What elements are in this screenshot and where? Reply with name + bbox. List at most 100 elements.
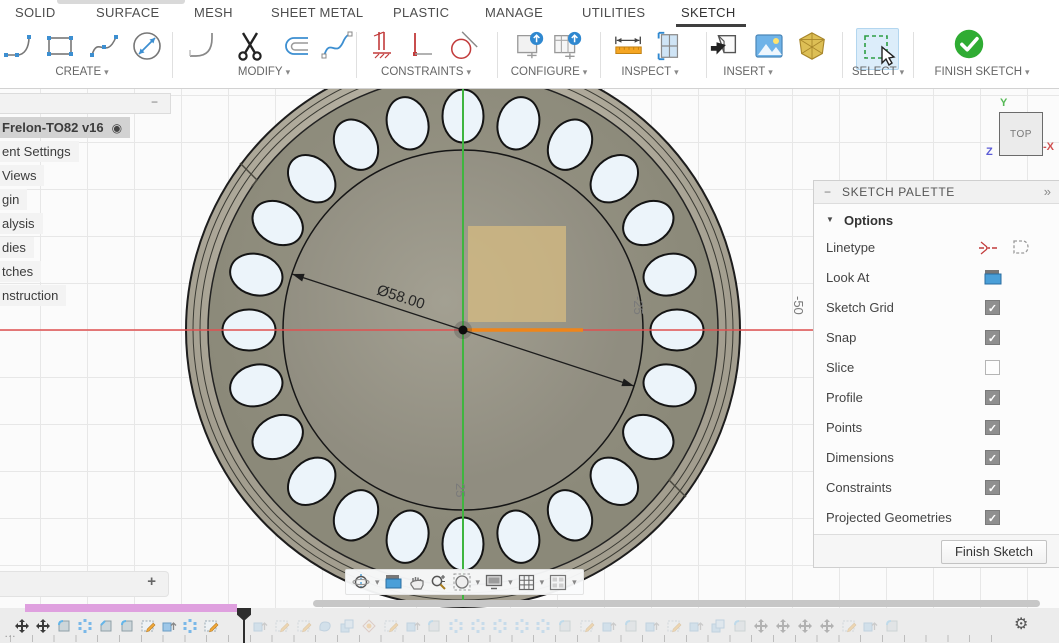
timeline-feature-extrude[interactable]	[252, 618, 268, 634]
group-label-create[interactable]: CREATE▾	[55, 66, 108, 78]
browser-item-bodies[interactable]: dies	[0, 237, 34, 258]
snap-checkbox[interactable]	[985, 330, 1000, 345]
timeline-feature-extrude[interactable]	[862, 618, 878, 634]
timeline-feature-form[interactable]	[317, 618, 333, 634]
radio-target-icon[interactable]: ◉	[112, 121, 122, 135]
group-label-configure[interactable]: CONFIGURE▾	[511, 66, 588, 78]
timeline-feature-combine[interactable]	[710, 618, 726, 634]
timeline-feature-sketch[interactable]	[296, 618, 312, 634]
timeline-feature-move[interactable]	[819, 618, 835, 634]
trim-tool[interactable]	[234, 30, 266, 62]
insert-mesh-tool[interactable]	[796, 30, 828, 62]
timeline-feature-cpattern[interactable]	[492, 618, 508, 634]
spline-tool[interactable]	[88, 30, 120, 62]
timeline-feature-extrude[interactable]	[601, 618, 617, 634]
gear-icon[interactable]: ⚙	[1014, 614, 1028, 634]
configure-feature-tool[interactable]	[514, 30, 546, 62]
caret-icon[interactable]: ▾	[476, 577, 481, 588]
points-checkbox[interactable]	[985, 420, 1000, 435]
palette-expand-icon[interactable]: »	[1044, 181, 1051, 203]
dimensions-checkbox[interactable]	[985, 450, 1000, 465]
group-label-select[interactable]: SELECT▾	[852, 66, 904, 78]
tab-manage[interactable]: MANAGE	[485, 5, 543, 25]
sketch-grid-checkbox[interactable]	[985, 300, 1000, 315]
timeline-feature-fillet[interactable]	[557, 618, 573, 634]
orbit-icon[interactable]	[352, 573, 370, 591]
browser-add-bar[interactable]: +	[0, 571, 169, 597]
group-label-insert[interactable]: INSERT▾	[723, 66, 773, 78]
circle-tool[interactable]	[131, 30, 163, 62]
finish-sketch-tool[interactable]	[953, 28, 985, 60]
fix-constraint-tool[interactable]	[370, 30, 402, 62]
options-section-header[interactable]: ▼ Options	[814, 211, 1059, 233]
browser-item-named-views[interactable]: Views	[0, 165, 44, 186]
measure-tool[interactable]	[613, 30, 645, 62]
timeline-feature-move[interactable]	[797, 618, 813, 634]
timeline-feature-fillet[interactable]	[623, 618, 639, 634]
zoom-icon[interactable]	[430, 573, 448, 591]
plus-icon[interactable]: +	[147, 573, 156, 590]
timeline-feature-hole[interactable]	[361, 618, 377, 634]
timeline-feature-cpattern[interactable]	[535, 618, 551, 634]
viewcube-face-label[interactable]: TOP	[1010, 129, 1032, 140]
timeline-feature-extrude[interactable]	[688, 618, 704, 634]
tab-surface[interactable]: SURFACE	[96, 5, 160, 25]
horizontal-scrollbar[interactable]	[313, 600, 1040, 607]
grid-display-icon[interactable]	[518, 574, 535, 591]
viewports-icon[interactable]	[549, 574, 567, 591]
timeline-feature-move[interactable]	[14, 618, 30, 634]
viewcube[interactable]: TOP	[999, 112, 1043, 156]
timeline-feature-extrude[interactable]	[405, 618, 421, 634]
tangent-constraint-tool[interactable]	[448, 30, 480, 62]
tab-sketch[interactable]: SKETCH	[681, 5, 736, 25]
timeline-feature-move[interactable]	[753, 618, 769, 634]
timeline-group-bar[interactable]	[25, 604, 237, 612]
insert-derive-tool[interactable]	[709, 30, 741, 62]
look-at-icon[interactable]	[984, 269, 1002, 286]
origin-point[interactable]	[459, 326, 468, 335]
group-label-modify[interactable]: MODIFY▾	[238, 66, 290, 78]
group-label-constraints[interactable]: CONSTRAINTS▾	[381, 66, 471, 78]
browser-item-document-settings[interactable]: ent Settings	[0, 141, 79, 162]
projected-geometries-checkbox[interactable]	[985, 510, 1000, 525]
finish-sketch-button[interactable]: Finish Sketch	[941, 540, 1047, 564]
browser-item-sketches[interactable]: tches	[0, 261, 41, 282]
timeline-feature-cpattern[interactable]	[77, 618, 93, 634]
timeline-feature-combine[interactable]	[339, 618, 355, 634]
rectangle-tool[interactable]	[44, 30, 76, 62]
timeline-feature-extrude[interactable]	[644, 618, 660, 634]
browser-collapse-icon[interactable]: −	[151, 95, 158, 109]
timeline-feature-cpattern[interactable]	[182, 618, 198, 634]
timeline-feature-cpattern[interactable]	[448, 618, 464, 634]
timeline-feature-fillet[interactable]	[732, 618, 748, 634]
timeline-feature-cpattern[interactable]	[514, 618, 530, 634]
timeline-feature-fillet[interactable]	[119, 618, 135, 634]
timeline-feature-sketch[interactable]	[579, 618, 595, 634]
fit-zoom-window-icon[interactable]	[453, 573, 471, 591]
tab-sheet-metal[interactable]: SHEET METAL	[271, 5, 363, 25]
palette-collapse-icon[interactable]: −	[824, 181, 831, 203]
select-tool[interactable]	[856, 28, 899, 70]
browser-item-analysis[interactable]: alysis	[0, 213, 43, 234]
tab-plastic[interactable]: PLASTIC	[393, 5, 449, 25]
configuration-table-tool[interactable]	[552, 30, 584, 62]
display-settings-icon[interactable]	[485, 574, 503, 590]
timeline-feature-sketch[interactable]	[203, 618, 219, 634]
caret-icon[interactable]: ▾	[540, 577, 545, 588]
timeline-feature-sketch[interactable]	[274, 618, 290, 634]
timeline-feature-move[interactable]	[775, 618, 791, 634]
timeline-feature-sketch[interactable]	[383, 618, 399, 634]
timeline-feature-chamfer[interactable]	[98, 618, 114, 634]
finish-sketch-label[interactable]: FINISH SKETCH▾	[934, 66, 1029, 78]
timeline-feature-fillet[interactable]	[884, 618, 900, 634]
fillet-tool[interactable]	[188, 30, 220, 62]
caret-icon[interactable]: ▾	[572, 577, 577, 588]
timeline-feature-sketch[interactable]	[841, 618, 857, 634]
line-tool[interactable]	[2, 30, 34, 62]
curve-tool[interactable]	[321, 30, 353, 62]
browser-item-construction[interactable]: nstruction	[0, 285, 66, 306]
timeline-feature-extrude[interactable]	[161, 618, 177, 634]
offset-tool[interactable]	[280, 30, 312, 62]
browser-item-origin[interactable]: gin	[0, 189, 27, 210]
constraints-checkbox[interactable]	[985, 480, 1000, 495]
